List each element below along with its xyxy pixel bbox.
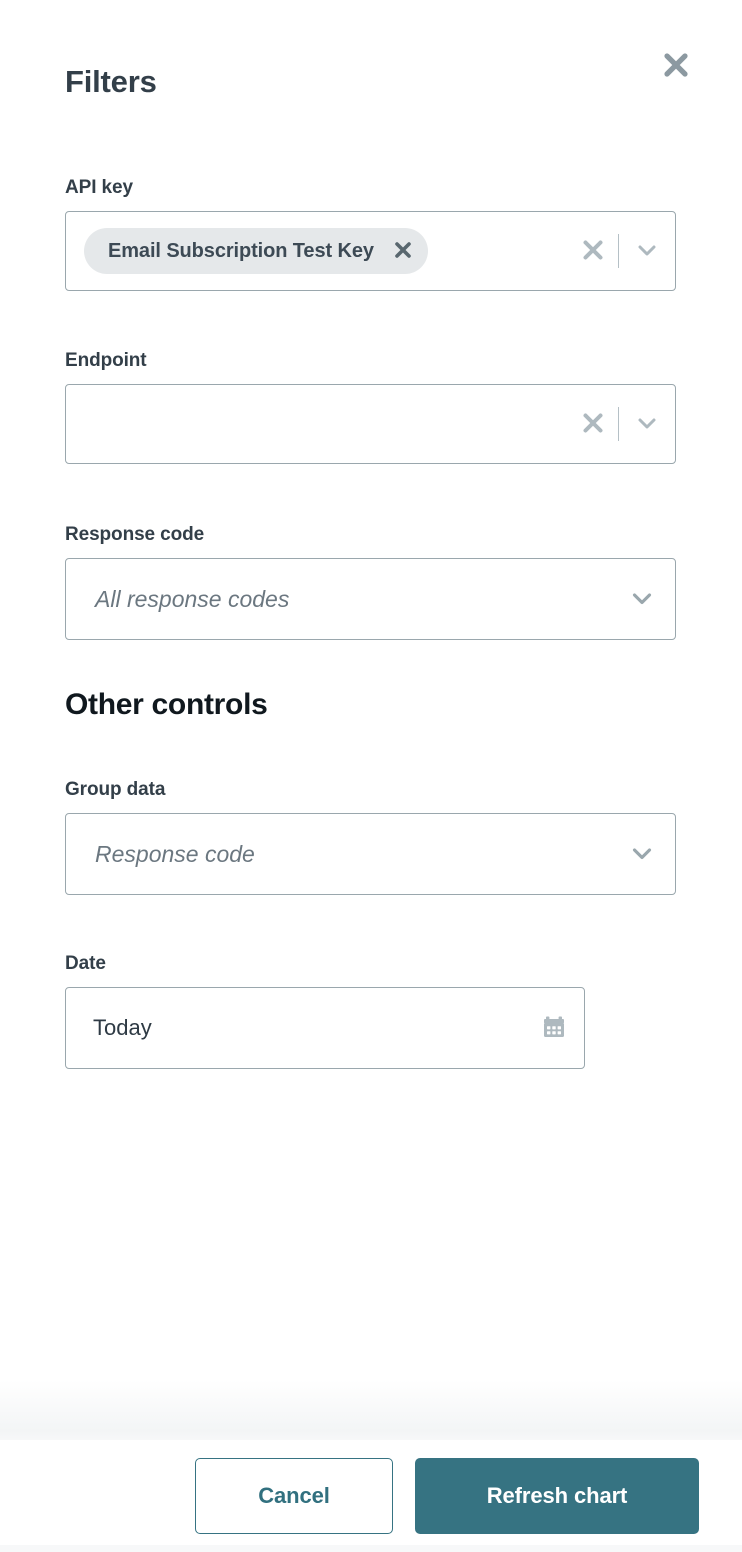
close-button[interactable] [655,45,697,87]
api-key-dropdown-button[interactable] [619,212,675,290]
clear-icon [580,237,606,266]
endpoint-dropdown-button[interactable] [619,385,675,463]
endpoint-label: Endpoint [65,350,147,371]
panel-body: API key Email Subscription Test Key Endp… [0,150,742,1440]
response-code-adornments [609,559,675,639]
api-key-input[interactable]: Email Subscription Test Key [65,211,676,291]
endpoint-input[interactable] [65,384,676,464]
field-group-endpoint: Endpoint [65,351,676,464]
response-code-dropdown-button[interactable] [609,559,675,639]
cancel-button[interactable]: Cancel [195,1458,393,1534]
group-data-dropdown-button[interactable] [609,814,675,894]
api-key-clear-button[interactable] [572,212,614,290]
api-key-chip[interactable]: Email Subscription Test Key [84,228,428,274]
api-key-chip-label: Email Subscription Test Key [108,240,374,262]
date-picker-button[interactable] [524,988,584,1068]
date-value: Today [93,1015,152,1040]
endpoint-clear-button[interactable] [572,385,614,463]
group-data-label: Group data [65,779,166,800]
chevron-down-icon [627,838,657,871]
date-adornments [524,988,584,1068]
field-group-response-code: Response code All response codes [65,525,676,640]
field-group-api-key: API key Email Subscription Test Key [65,178,676,291]
refresh-chart-button[interactable]: Refresh chart [415,1458,699,1534]
calendar-icon [539,1012,569,1045]
filters-panel: Filters API key Email Subscription Test … [0,0,742,1552]
chevron-down-icon [627,583,657,616]
bottom-strip [0,1545,742,1552]
close-icon [392,239,414,264]
close-icon [661,50,691,83]
response-code-placeholder: All response codes [95,585,290,612]
group-data-placeholder: Response code [95,840,255,867]
other-controls-heading: Other controls [65,688,268,721]
response-code-label: Response code [65,524,205,545]
api-key-label: API key [65,177,133,198]
panel-footer: Cancel Refresh chart [0,1440,742,1552]
api-key-chip-remove-button[interactable] [388,236,418,266]
response-code-select[interactable]: All response codes [65,558,676,640]
date-label: Date [65,953,106,974]
group-data-adornments [609,814,675,894]
page-title: Filters [65,64,157,99]
api-key-adornments [572,212,675,290]
chevron-down-icon [633,409,661,440]
panel-header: Filters [0,0,742,150]
field-group-group-data: Group data Response code [65,780,676,895]
clear-icon [580,410,606,439]
date-input[interactable]: Today [65,987,585,1069]
group-data-select[interactable]: Response code [65,813,676,895]
field-group-date: Date Today [65,954,585,1069]
endpoint-adornments [572,385,675,463]
chevron-down-icon [633,236,661,267]
